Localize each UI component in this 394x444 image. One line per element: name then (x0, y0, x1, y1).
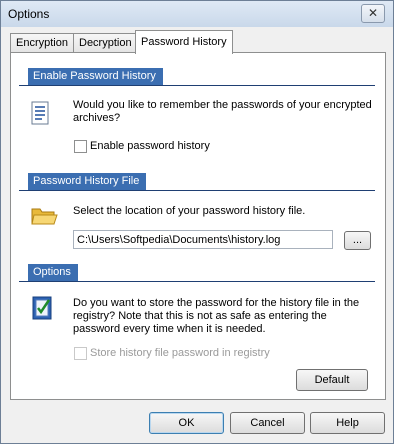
enable-question-text: Would you like to remember the passwords… (73, 99, 372, 124)
enable-history-label[interactable]: Enable password history (90, 140, 210, 153)
enable-history-checkbox[interactable] (74, 140, 87, 153)
tab-encryption[interactable]: Encryption (10, 33, 74, 53)
ok-button[interactable]: OK (149, 412, 224, 434)
section-header-file: Password History File (28, 173, 147, 190)
document-icon (31, 101, 49, 125)
section-divider (19, 85, 375, 86)
tab-decryption[interactable]: Decryption (73, 33, 138, 53)
checklist-icon (32, 296, 52, 320)
options-dialog: Options ✕ Encryption Decryption Password… (0, 0, 394, 444)
section-divider (19, 281, 375, 282)
store-in-registry-label[interactable]: Store history file password in registry (90, 347, 270, 360)
folder-icon (31, 208, 58, 225)
options-question-text: Do you want to store the password for th… (73, 297, 360, 335)
browse-button[interactable]: ... (344, 231, 371, 250)
history-file-path-input[interactable]: C:\Users\Softpedia\Documents\history.log (73, 230, 333, 249)
store-in-registry-checkbox[interactable] (74, 347, 87, 360)
section-header-enable: Enable Password History (28, 68, 163, 85)
section-divider (19, 190, 375, 191)
tab-password-history[interactable]: Password History (135, 30, 233, 54)
window-title: Options (8, 7, 50, 21)
default-button[interactable]: Default (296, 369, 368, 391)
close-icon: ✕ (367, 6, 379, 20)
title-bar: Options ✕ (1, 1, 393, 27)
file-prompt-text: Select the location of your password his… (73, 205, 306, 217)
close-button[interactable]: ✕ (361, 4, 385, 23)
cancel-button[interactable]: Cancel (230, 412, 305, 434)
section-header-options: Options (28, 264, 78, 281)
help-button[interactable]: Help (310, 412, 385, 434)
